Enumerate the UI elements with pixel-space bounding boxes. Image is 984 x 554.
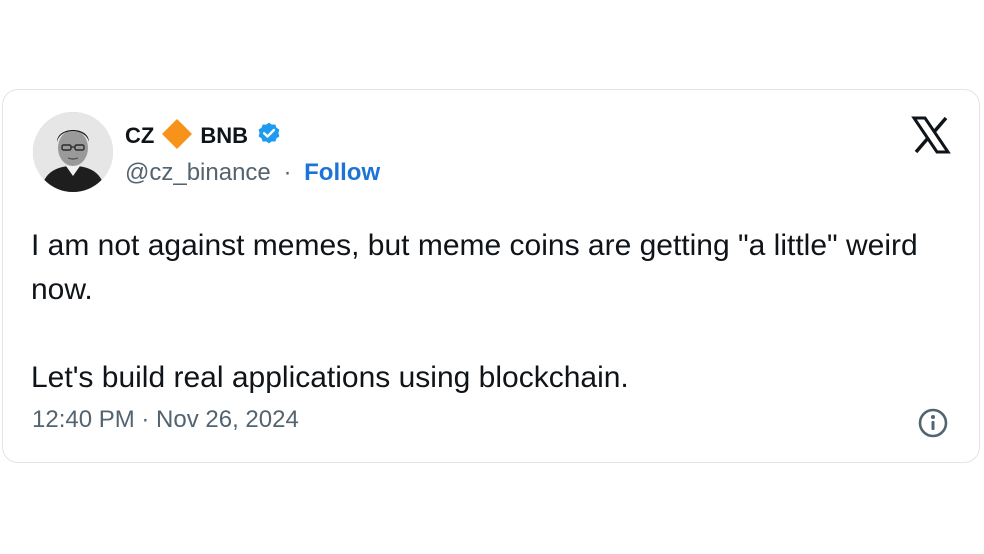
display-name-first[interactable]: CZ bbox=[125, 123, 154, 149]
bnb-diamond-icon bbox=[162, 118, 193, 154]
author-handle[interactable]: @cz_binance bbox=[125, 159, 271, 186]
tweet-paragraph-gap bbox=[31, 312, 931, 356]
follow-button[interactable]: Follow bbox=[304, 159, 380, 186]
tweet-line-1: I am not against memes, but meme coins a… bbox=[31, 229, 918, 306]
x-logo-icon[interactable] bbox=[911, 115, 951, 155]
author-name-row[interactable]: CZ BNB bbox=[125, 118, 282, 154]
display-name-second[interactable]: BNB bbox=[200, 123, 248, 149]
avatar[interactable] bbox=[33, 112, 113, 192]
avatar-photo bbox=[33, 112, 113, 192]
verified-badge-icon bbox=[256, 121, 282, 152]
tweet-line-2: Let's build real applications using bloc… bbox=[31, 361, 629, 394]
handle-row: @cz_binance · Follow bbox=[125, 159, 380, 187]
info-icon[interactable] bbox=[917, 407, 949, 439]
tweet-text: I am not against memes, but meme coins a… bbox=[31, 224, 931, 400]
tweet-card[interactable]: CZ BNB @cz_binance · Follow I am not aga… bbox=[2, 89, 980, 463]
handle-separator: · bbox=[283, 159, 292, 186]
tweet-timestamp[interactable]: 12:40 PM · Nov 26, 2024 bbox=[32, 406, 299, 434]
